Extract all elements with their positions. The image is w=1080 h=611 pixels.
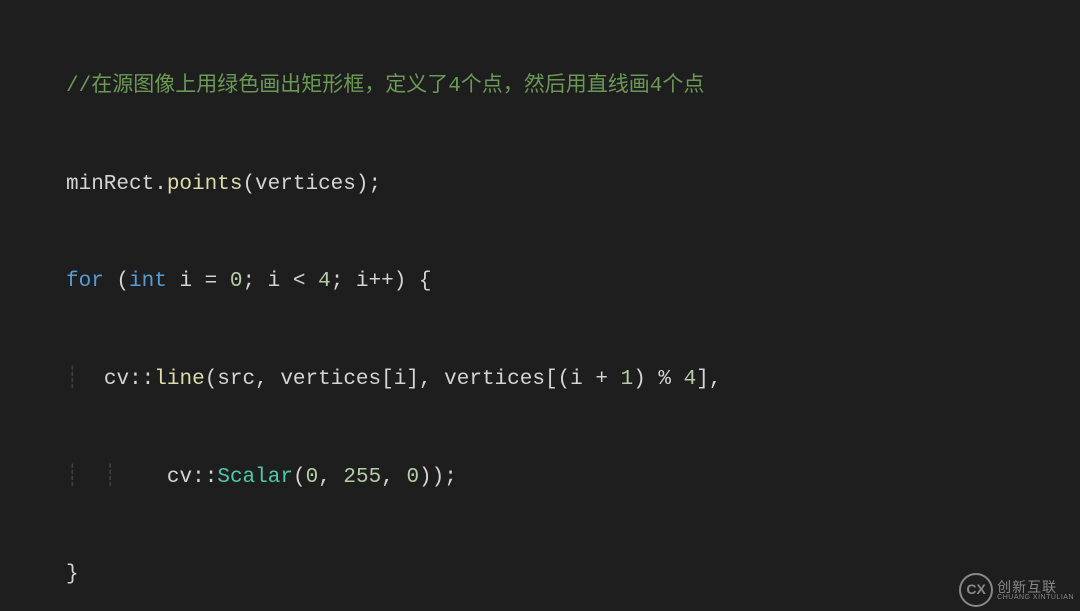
code-editor[interactable]: //在源图像上用绿色画出矩形框，定义了4个点，然后用直线画4个点 minRect…	[0, 0, 1080, 611]
watermark-text-cn: 创新互联	[997, 580, 1074, 594]
comment-text: //在源图像上用绿色画出矩形框，定义了4个点，然后用直线画4个点	[66, 75, 704, 98]
code-line: minRect.points(vertices);	[0, 169, 1080, 202]
indent-guide: ┊	[66, 364, 104, 397]
code-line: for (int i = 0; i < 4; i++) {	[0, 266, 1080, 299]
code-line: ┊ cv::line(src, vertices[i], vertices[(i…	[0, 364, 1080, 397]
indent-guide: ┊ ┊	[66, 462, 142, 495]
watermark-logo: CX	[959, 573, 993, 607]
code-line: }	[0, 559, 1080, 592]
code-line: //在源图像上用绿色画出矩形框，定义了4个点，然后用直线画4个点	[0, 71, 1080, 104]
watermark: CX 创新互联 CHUANG XINTULIAN	[959, 573, 1074, 607]
watermark-text-en: CHUANG XINTULIAN	[997, 594, 1074, 601]
code-line: ┊ ┊ cv::Scalar(0, 255, 0));	[0, 462, 1080, 495]
